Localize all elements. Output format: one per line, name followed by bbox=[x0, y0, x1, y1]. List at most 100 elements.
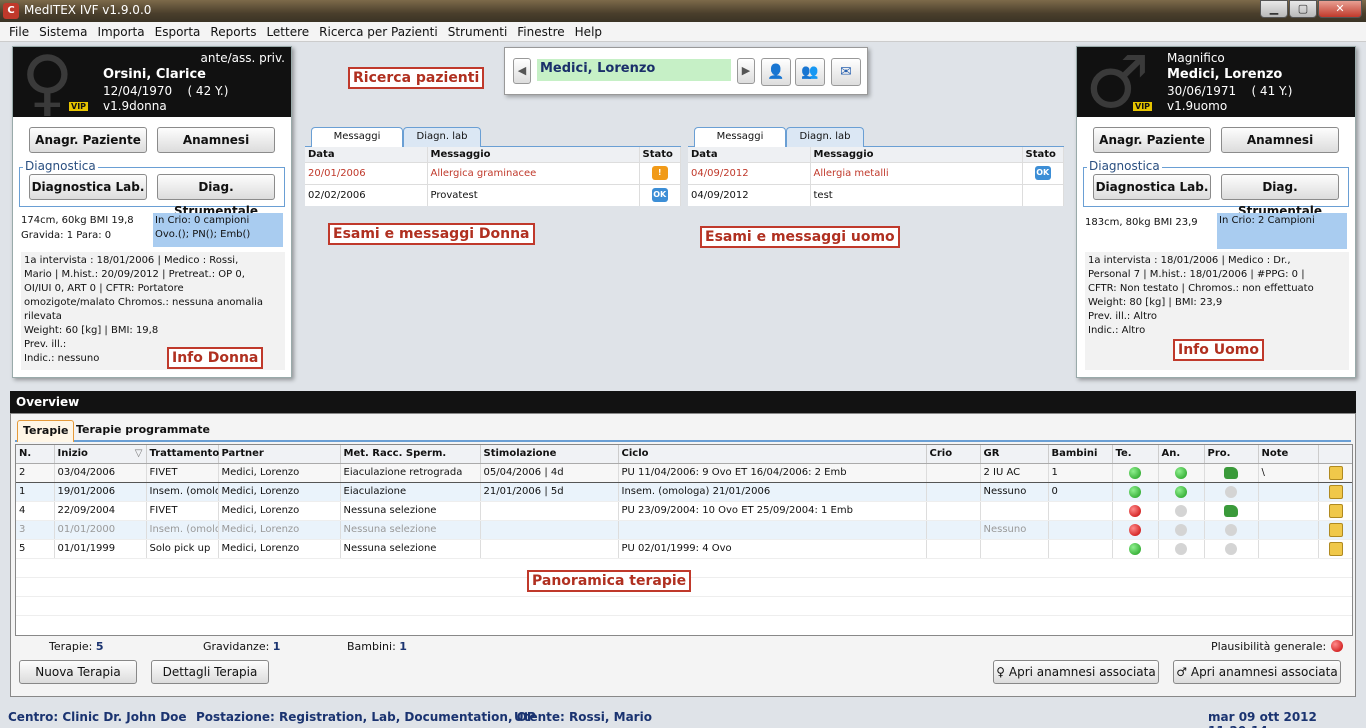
menu-file[interactable]: File bbox=[4, 22, 34, 41]
col-an[interactable]: An. bbox=[1158, 445, 1205, 464]
nuova-terapia-button[interactable]: Nuova Terapia bbox=[19, 660, 137, 684]
table-row[interactable]: 5 01/01/1999 Solo pick up Medici, Lorenzo Ne… bbox=[16, 539, 1352, 559]
col-te[interactable]: Te. bbox=[1112, 445, 1159, 464]
col-stimolazione[interactable]: Stimolazione bbox=[480, 445, 619, 464]
menu-importa[interactable]: Importa bbox=[92, 22, 149, 41]
cell-crio bbox=[926, 482, 981, 502]
ricerca-pazienti-label: Ricerca pazienti bbox=[348, 67, 485, 89]
col-trattamento[interactable]: Trattamento bbox=[146, 445, 219, 464]
table-row[interactable]: 4 22/09/2004 FIVET Medici, Lorenzo Nessuna s… bbox=[16, 501, 1352, 521]
tab-diagn-lab[interactable]: Diagn. lab bbox=[403, 127, 481, 147]
cell-ciclo: PU 02/01/1999: 4 Ovo bbox=[618, 539, 927, 559]
warning-icon: ! bbox=[651, 166, 668, 180]
table-row[interactable]: 02/02/2006 Provatest OK bbox=[305, 183, 681, 206]
col-stato: Stato bbox=[639, 147, 681, 162]
dettagli-terapia-button[interactable]: Dettagli Terapia bbox=[151, 660, 269, 684]
lock-icon[interactable] bbox=[1329, 465, 1343, 480]
col-note[interactable]: Note bbox=[1258, 445, 1319, 464]
cell-n: 2 bbox=[16, 462, 55, 483]
menu-finestre[interactable]: Finestre bbox=[512, 22, 569, 41]
col-inizio[interactable]: Inizio ▽ bbox=[54, 445, 147, 464]
menu-lettere[interactable]: Lettere bbox=[261, 22, 314, 41]
female-diag-strum-button[interactable]: Diag. Strumentale bbox=[157, 174, 275, 218]
status-dot-icon bbox=[1175, 542, 1187, 555]
menu-ricerca[interactable]: Ricerca per Pazienti bbox=[314, 22, 443, 41]
male-messages-panel: Messaggi Diagn. lab Data Messaggio Stato… bbox=[688, 127, 1064, 213]
mail-icon[interactable]: ✉ bbox=[831, 58, 861, 86]
male-anamnesi-button[interactable]: Anamnesi bbox=[1221, 127, 1339, 153]
table-row[interactable]: 1 19/01/2006 Insem. (omolo Medici, Lorenzo E… bbox=[16, 482, 1352, 502]
col-pro[interactable]: Pro. bbox=[1204, 445, 1259, 464]
col-ciclo[interactable]: Ciclo bbox=[618, 445, 927, 464]
menu-reports[interactable]: Reports bbox=[205, 22, 261, 41]
status-postazione: Postazione: Registration, Lab, Documenta… bbox=[196, 710, 536, 724]
lock-icon[interactable] bbox=[1329, 541, 1343, 556]
table-row[interactable]: 3 01/01/2000 Insem. (omolo Medici, Lorenzo N… bbox=[16, 520, 1352, 540]
menu-sistema[interactable]: Sistema bbox=[34, 22, 92, 41]
status-dot-icon bbox=[1129, 542, 1141, 555]
lock-icon[interactable] bbox=[1329, 503, 1343, 518]
status-utente: Utente: Rossi, Mario bbox=[514, 710, 652, 724]
col-n[interactable]: N. bbox=[16, 445, 55, 464]
patient-search-field[interactable]: Medici, Lorenzo bbox=[537, 59, 731, 81]
menu-strumenti[interactable]: Strumenti bbox=[443, 22, 513, 41]
tab-messaggi[interactable]: Messaggi bbox=[694, 127, 786, 147]
male-anagr-button[interactable]: Anagr. Paziente bbox=[1093, 127, 1211, 153]
patient-search-box: ◀ Medici, Lorenzo ▶ 👤 👥 ✉ bbox=[504, 47, 868, 95]
male-diag-strum-button[interactable]: Diag. Strumentale bbox=[1221, 174, 1339, 218]
col-met-racc[interactable]: Met. Racc. Sperm. bbox=[340, 445, 481, 464]
cell-bambini bbox=[1048, 501, 1113, 521]
apri-anamnesi-male-button[interactable]: ♂ Apri anamnesi associata bbox=[1173, 660, 1341, 684]
tab-messaggi[interactable]: Messaggi bbox=[311, 127, 403, 147]
female-diag-lab-button[interactable]: Diagnostica Lab. bbox=[29, 174, 147, 200]
cell-met: Nessuna selezione bbox=[340, 501, 481, 521]
female-anagr-button[interactable]: Anagr. Paziente bbox=[29, 127, 147, 153]
table-row[interactable]: 04/09/2012 test bbox=[688, 183, 1064, 206]
lock-icon[interactable] bbox=[1329, 522, 1343, 537]
overview-header: Overview bbox=[10, 391, 1356, 413]
next-patient-button[interactable]: ▶ bbox=[737, 58, 755, 84]
prev-patient-button[interactable]: ◀ bbox=[513, 58, 531, 84]
col-partner[interactable]: Partner bbox=[218, 445, 341, 464]
cell-gr bbox=[980, 501, 1049, 521]
status-dot-icon bbox=[1175, 523, 1187, 536]
col-bambini[interactable]: Bambini bbox=[1048, 445, 1113, 464]
col-gr[interactable]: GR bbox=[980, 445, 1049, 464]
cell-note bbox=[1258, 482, 1319, 502]
col-crio[interactable]: Crio bbox=[926, 445, 981, 464]
apri-anamnesi-female-button[interactable]: ♀ Apri anamnesi associata bbox=[993, 660, 1159, 684]
col-lock bbox=[1318, 445, 1352, 464]
female-name: Orsini, Clarice bbox=[103, 67, 206, 82]
table-row[interactable]: 2 03/04/2006 FIVET Medici, Lorenzo Eiaculazi… bbox=[16, 462, 1352, 483]
lock-icon[interactable] bbox=[1329, 484, 1343, 499]
cell-n: 4 bbox=[16, 501, 55, 521]
female-anamnesi-button[interactable]: Anamnesi bbox=[157, 127, 275, 153]
minimize-button[interactable]: ▁ bbox=[1260, 0, 1288, 18]
cell-partner: Medici, Lorenzo bbox=[218, 501, 341, 521]
menu-esporta[interactable]: Esporta bbox=[150, 22, 206, 41]
status-dot-icon bbox=[1129, 485, 1141, 498]
status-dot-icon bbox=[1175, 504, 1187, 517]
male-version: v1.9uomo bbox=[1167, 99, 1228, 113]
tab-terapie-programmate[interactable]: Terapie programmate bbox=[71, 420, 215, 442]
cell-ciclo: Insem. (omologa) 21/01/2006 bbox=[618, 482, 927, 502]
female-user-icon[interactable]: 👤 bbox=[761, 58, 791, 86]
male-crio: In Crio: 2 Campioni bbox=[1217, 213, 1347, 249]
status-bar: Centro: Clinic Dr. John Doe Postazione: … bbox=[0, 706, 1366, 728]
close-button[interactable]: ✕ bbox=[1318, 0, 1362, 18]
male-stats: 183cm, 80kg BMI 23,9 bbox=[1085, 217, 1198, 228]
male-header: ♂ Magnifico Medici, Lorenzo 30/06/1971 (… bbox=[1077, 47, 1355, 117]
tab-diagn-lab[interactable]: Diagn. lab bbox=[786, 127, 864, 147]
cell-n: 5 bbox=[16, 539, 55, 559]
female-version: v1.9donna bbox=[103, 99, 167, 113]
menu-help[interactable]: Help bbox=[570, 22, 607, 41]
status-dot-icon bbox=[1129, 466, 1141, 479]
cell-ciclo: PU 11/04/2006: 9 Ovo ET 16/04/2006: 2 Em… bbox=[618, 462, 927, 483]
maximize-button[interactable]: ▢ bbox=[1289, 0, 1317, 18]
table-row[interactable]: 20/01/2006 Allergica graminacee ! bbox=[305, 161, 681, 184]
couple-icon[interactable]: 👥 bbox=[795, 58, 825, 86]
male-diag-lab-button[interactable]: Diagnostica Lab. bbox=[1093, 174, 1211, 200]
tab-terapie[interactable]: Terapie bbox=[17, 420, 75, 442]
cell-n: 3 bbox=[16, 520, 55, 540]
table-row[interactable]: 04/09/2012 Allergia metalli OK bbox=[688, 161, 1064, 184]
